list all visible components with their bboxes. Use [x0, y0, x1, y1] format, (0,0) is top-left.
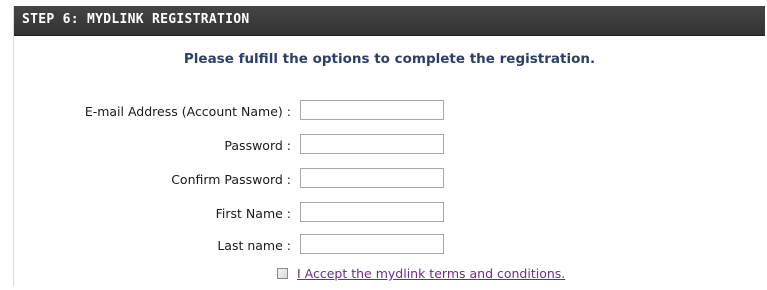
password-field[interactable] [300, 134, 444, 154]
form-row-last-name: Last name : [14, 234, 765, 258]
email-label: E-mail Address (Account Name) : [84, 104, 291, 119]
section-header: STEP 6: MYDLINK REGISTRATION [14, 6, 765, 36]
form-row-password: Password : [14, 134, 765, 158]
instruction-text: Please fulfill the options to complete t… [183, 51, 596, 67]
terms-link[interactable]: I Accept the mydlink terms and condition… [297, 266, 565, 281]
accept-terms-checkbox[interactable] [277, 268, 288, 279]
confirm-password-field[interactable] [300, 168, 444, 188]
first-name-label: First Name : [215, 206, 291, 221]
form-row-first-name: First Name : [14, 202, 765, 226]
section-title: STEP 6: MYDLINK REGISTRATION [22, 12, 250, 27]
confirm-password-label: Confirm Password : [171, 172, 291, 187]
form-row-email: E-mail Address (Account Name) : [14, 100, 765, 124]
email-field[interactable] [300, 100, 444, 120]
registration-panel: STEP 6: MYDLINK REGISTRATION Please fulf… [13, 6, 765, 286]
password-label: Password : [224, 138, 291, 153]
last-name-field[interactable] [300, 234, 444, 254]
first-name-field[interactable] [300, 202, 444, 222]
last-name-label: Last name : [217, 238, 291, 253]
form-row-confirm-password: Confirm Password : [14, 168, 765, 192]
